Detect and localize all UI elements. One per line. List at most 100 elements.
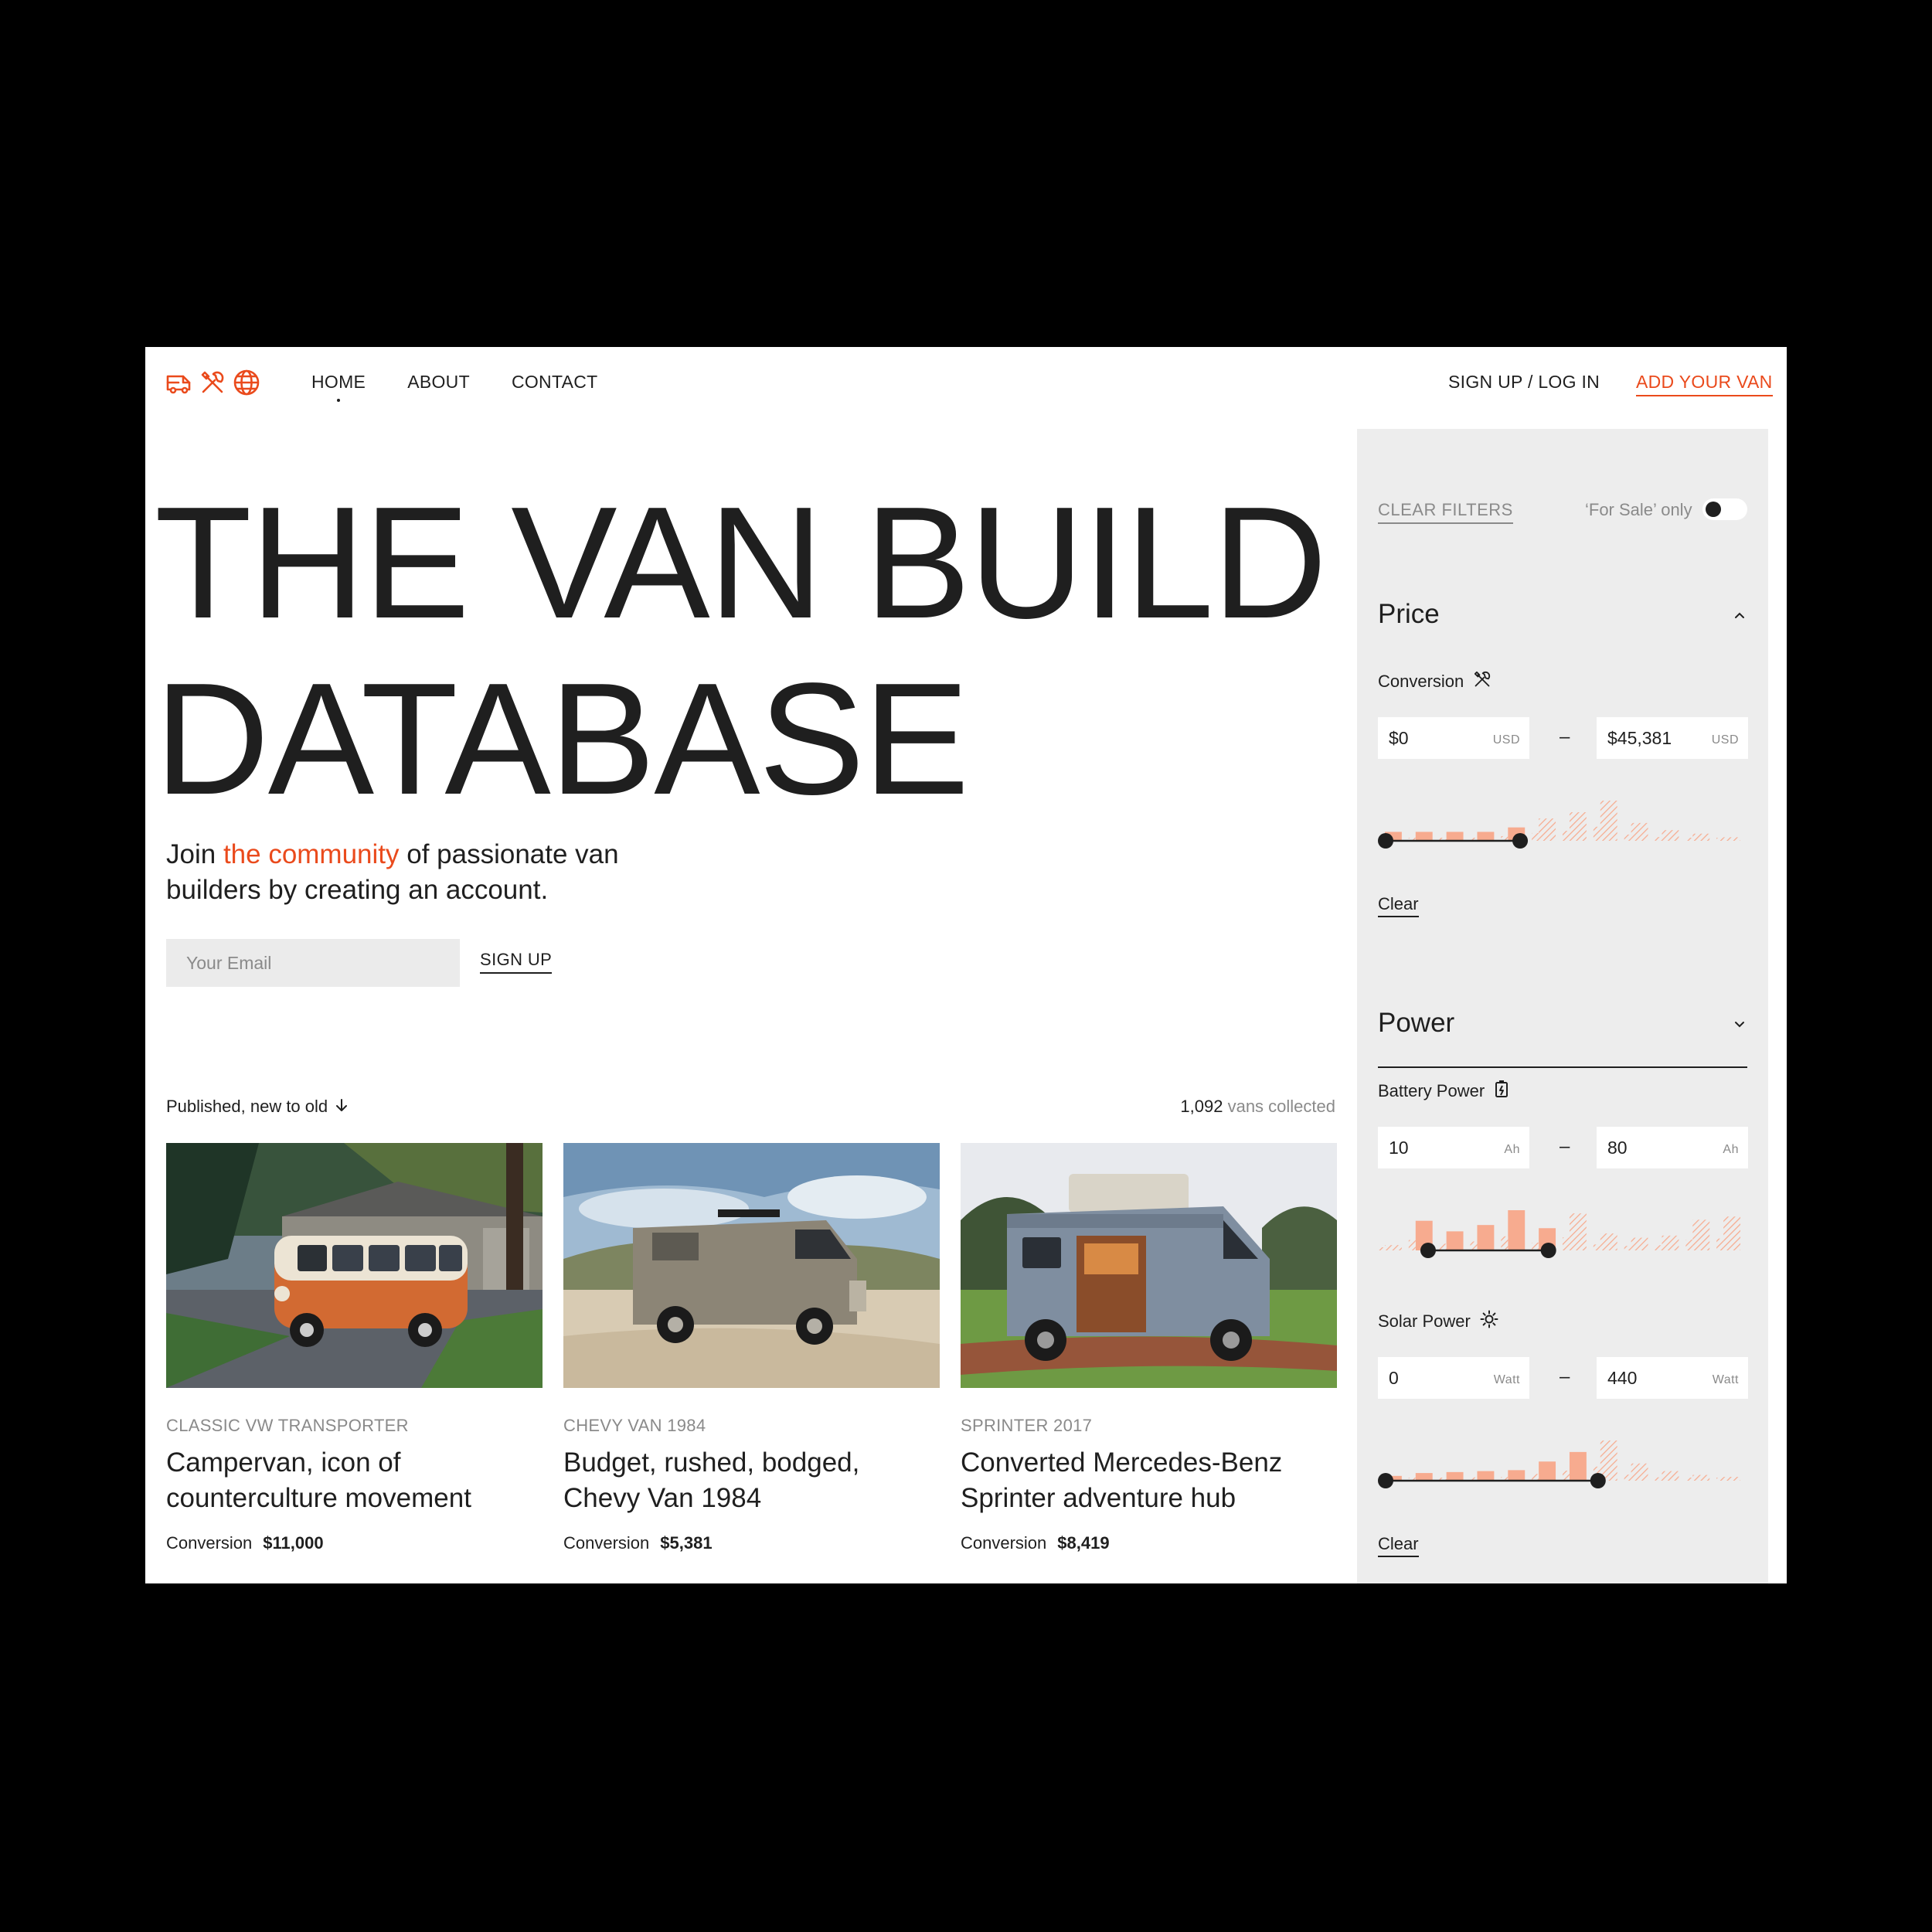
price-conversion-label-row: Conversion — [1378, 670, 1492, 693]
histogram-filler — [1532, 832, 1539, 841]
solar-max-value: 440 — [1607, 1367, 1638, 1388]
slider-handle-min[interactable] — [1378, 1473, 1393, 1488]
histogram-bar — [1662, 830, 1679, 841]
arrow-down-icon — [335, 1097, 348, 1117]
histogram-bar — [1384, 1245, 1402, 1250]
histogram-filler — [1563, 831, 1570, 841]
for-sale-toggle[interactable] — [1702, 498, 1747, 520]
histogram-filler — [1685, 838, 1693, 841]
van-photo-sprinter — [961, 1143, 1337, 1388]
histogram-bar — [1415, 832, 1433, 841]
histogram-filler — [1593, 1244, 1600, 1250]
sun-icon — [1480, 1310, 1498, 1333]
histogram-filler — [1563, 1471, 1570, 1481]
sort-dropdown[interactable]: Published, new to old — [166, 1097, 348, 1117]
battery-label-row: Battery Power — [1378, 1080, 1509, 1103]
signup-button[interactable]: SIGN UP — [480, 950, 553, 974]
histogram-bar — [1415, 1473, 1433, 1481]
histogram-bar — [1569, 1213, 1587, 1250]
histogram-bar — [1477, 1225, 1495, 1250]
histogram-bar — [1692, 833, 1710, 841]
solar-min-unit: Watt — [1493, 1373, 1520, 1386]
slider-handle-max[interactable] — [1540, 1243, 1556, 1258]
histogram-filler — [1532, 1474, 1539, 1481]
nav-contact[interactable]: CONTACT — [512, 372, 598, 393]
histogram-bar — [1539, 1461, 1556, 1481]
chevron-up-icon[interactable] — [1731, 607, 1748, 624]
card-price: $8,419 — [1057, 1533, 1110, 1553]
histogram-bar — [1477, 1471, 1495, 1481]
price-max-field[interactable]: $45,381 USD — [1597, 717, 1748, 759]
range-dash: – — [1560, 1136, 1570, 1157]
price-max-value: $45,381 — [1607, 727, 1672, 748]
slider-handle-min[interactable] — [1378, 833, 1393, 849]
histogram-filler — [1655, 1477, 1662, 1481]
histogram-bar — [1569, 812, 1587, 841]
histogram-filler — [1563, 1237, 1570, 1250]
card-title: Converted Mercedes-Benz Sprinter adventu… — [961, 1447, 1283, 1513]
solar-max-field[interactable]: 440 Watt — [1597, 1357, 1748, 1399]
histogram-bar — [1539, 818, 1556, 841]
nav-about[interactable]: ABOUT — [407, 372, 470, 393]
email-input[interactable] — [166, 939, 460, 987]
card-category: SPRINTER 2017 — [961, 1416, 1093, 1435]
price-min-field[interactable]: $0 USD — [1378, 717, 1529, 759]
van-icon — [166, 369, 192, 396]
clear-filters-button[interactable]: CLEAR FILTERS — [1378, 500, 1513, 524]
price-section-title: Price — [1378, 599, 1440, 629]
main-nav: HOME ABOUT CONTACT — [311, 372, 598, 393]
solar-min-value: 0 — [1389, 1367, 1399, 1388]
slider-handle-max[interactable] — [1512, 833, 1529, 849]
battery-max-unit: Ah — [1723, 1143, 1739, 1156]
card-title: Campervan, icon of counterculture moveme… — [166, 1447, 471, 1513]
price-clear-button[interactable]: Clear — [1378, 894, 1419, 917]
tagline: Join the community of passionate van bui… — [166, 837, 707, 908]
histogram-bar — [1446, 832, 1464, 841]
battery-power-label: Battery Power — [1378, 1081, 1485, 1100]
slider-handle-min[interactable] — [1420, 1243, 1436, 1258]
price-range-slider[interactable] — [1378, 796, 1747, 850]
histogram-bar — [1600, 1440, 1617, 1481]
van-card[interactable]: SPRINTER 2017 Converted Mercedes-Benz Sp… — [961, 1143, 1337, 1553]
community-link[interactable]: the community — [223, 839, 400, 869]
histogram-bar — [1631, 822, 1648, 841]
nav-home[interactable]: HOME — [311, 372, 366, 393]
card-price-label: Conversion — [563, 1533, 650, 1553]
histogram-filler — [1439, 1243, 1447, 1250]
histogram-bar — [1662, 1235, 1679, 1250]
chevron-down-icon[interactable] — [1731, 1015, 1748, 1032]
solar-min-field[interactable]: 0 Watt — [1378, 1357, 1529, 1399]
solar-clear-button[interactable]: Clear — [1378, 1534, 1419, 1557]
vans-count: 1,092 vans collected — [1180, 1097, 1335, 1117]
van-card[interactable]: CHEVY VAN 1984 Budget, rushed, bodged, C… — [563, 1143, 940, 1553]
tools-icon — [1473, 670, 1492, 693]
add-your-van-link[interactable]: ADD YOUR VAN — [1636, 372, 1773, 396]
van-photo-chevy — [563, 1143, 940, 1388]
price-min-unit: USD — [1492, 733, 1520, 747]
histogram-filler — [1624, 1246, 1631, 1250]
battery-icon — [1494, 1080, 1509, 1103]
histogram-filler — [1716, 1478, 1724, 1481]
histogram-bar — [1477, 832, 1495, 841]
van-card[interactable]: CLASSIC VW TRANSPORTER Campervan, icon o… — [166, 1143, 543, 1553]
histogram-bar — [1723, 1216, 1741, 1250]
page-title: THE VAN BUILD DATABASE — [155, 474, 1327, 828]
histogram-bar — [1569, 1451, 1587, 1481]
battery-range-slider[interactable] — [1378, 1206, 1747, 1260]
battery-min-unit: Ah — [1504, 1143, 1520, 1156]
histogram-filler — [1593, 826, 1600, 841]
page-title-line-2: DATABASE — [155, 650, 969, 828]
logo[interactable] — [166, 369, 260, 396]
van-photo-vw — [166, 1143, 543, 1388]
slider-handle-max[interactable] — [1590, 1473, 1606, 1488]
card-title: Budget, rushed, bodged, Chevy Van 1984 — [563, 1447, 860, 1513]
solar-range-slider[interactable] — [1378, 1436, 1747, 1490]
price-max-unit: USD — [1711, 733, 1739, 747]
histogram-bar — [1631, 1237, 1648, 1250]
histogram-filler — [1378, 1247, 1385, 1250]
signup-login-link[interactable]: SIGN UP / LOG IN — [1448, 372, 1600, 393]
battery-max-field[interactable]: 80 Ah — [1597, 1127, 1748, 1168]
histogram-filler — [1716, 838, 1724, 841]
histogram-filler — [1716, 1238, 1724, 1250]
battery-min-field[interactable]: 10 Ah — [1378, 1127, 1529, 1168]
